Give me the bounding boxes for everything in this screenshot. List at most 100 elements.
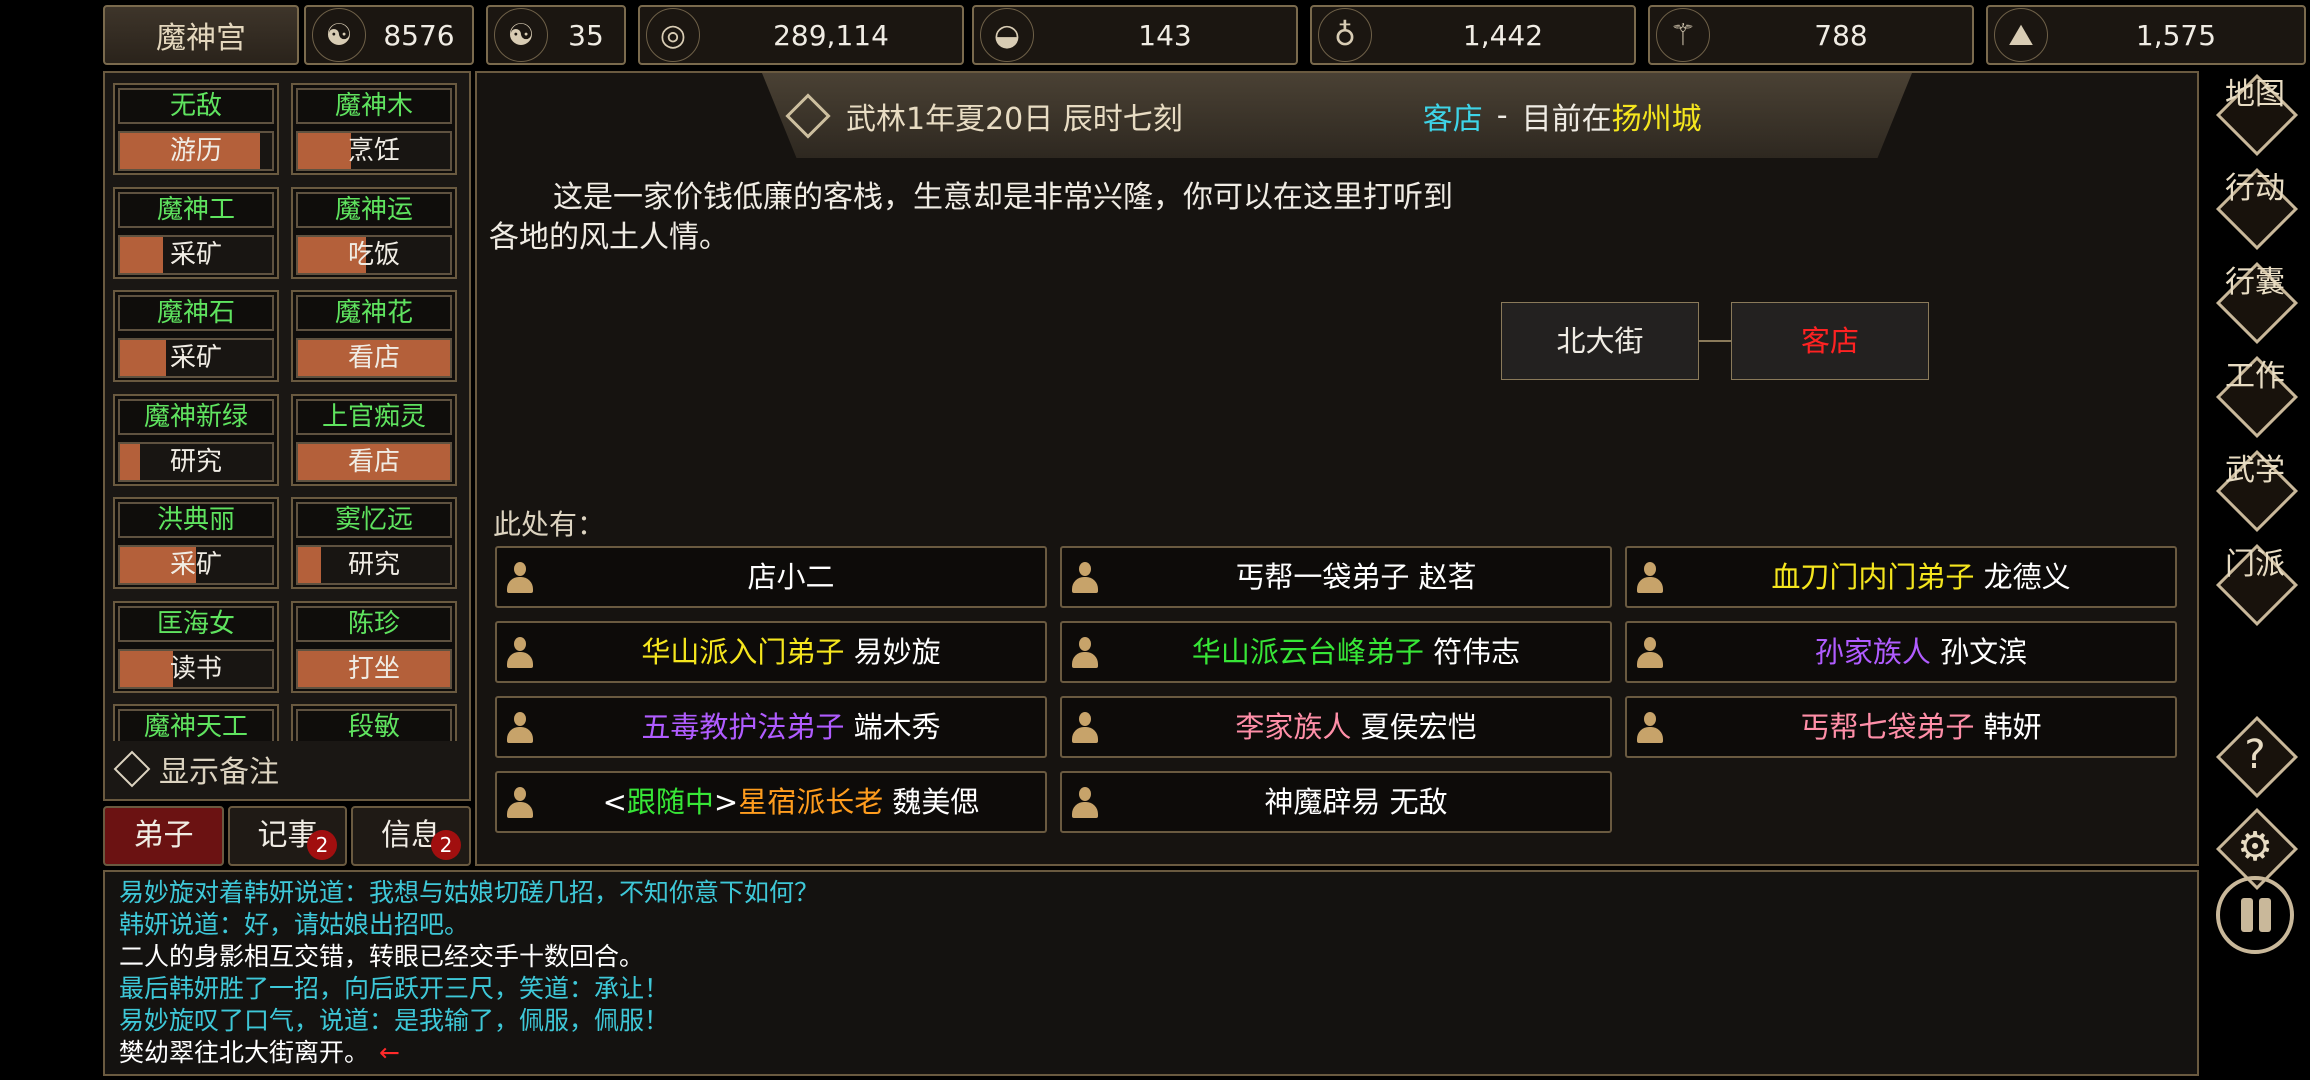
disciple-activity-bar: 研究 <box>296 545 452 585</box>
npc-label-part: 端木秀 <box>844 710 941 744</box>
disciple-card[interactable]: 魔神木 烹饪 <box>291 83 457 175</box>
disciple-name: 无敌 <box>118 88 274 124</box>
disciple-activity: 打坐 <box>347 653 400 684</box>
disciple-activity: 看店 <box>347 343 400 373</box>
settings-button[interactable]: ⚙ <box>2215 807 2299 891</box>
disciple-activity: 游历 <box>169 136 222 166</box>
show-notes-label: 显示备注 <box>159 755 279 790</box>
npc-label-part: 神魔辟易 <box>1264 785 1381 819</box>
resource-food-bowl[interactable]: ◒ 143 <box>972 5 1298 65</box>
disciple-card[interactable]: 洪典丽 采矿 <box>113 497 279 589</box>
log-line: 易妙旋对着韩妍说道：我想与姑娘切磋几招，不知你意下如何？ <box>119 877 2183 909</box>
disciple-card[interactable]: 魔神运 吃饭 <box>291 186 457 279</box>
log-text: 易妙旋叹了口气，说道：是我输了，佩服，佩服！ <box>119 1006 670 1035</box>
show-notes-toggle[interactable]: 显示备注 <box>113 743 279 795</box>
npc-button[interactable]: <跟随中>星宿派长老 魏美偲 <box>495 771 1047 833</box>
npc-button[interactable]: 店小二 <box>495 546 1047 608</box>
herb-icon: ♁ <box>1318 8 1372 62</box>
disciple-card[interactable]: 魔神天工 <box>113 704 279 741</box>
resource-ore[interactable]: ⛰ 1,575 <box>1986 5 2306 65</box>
npc-label: 五毒教护法弟子 端木秀 <box>537 698 1045 756</box>
npc-label-part: > <box>713 785 739 819</box>
npc-label-part: 李家族人 <box>1235 710 1352 744</box>
settings-icon: ⚙ <box>2237 824 2273 870</box>
disciple-name: 洪典丽 <box>118 502 274 538</box>
resource-value: 1,442 <box>1462 18 1544 52</box>
disciple-activity-bar: 吃饭 <box>296 234 452 275</box>
resource-value: 8576 <box>383 18 455 52</box>
disciple-card[interactable]: 魔神新绿 研究 <box>113 393 279 486</box>
npc-button[interactable]: 血刀门内门弟子 龙德义 <box>1625 546 2177 608</box>
npc-label: 华山派入门弟子 易妙旋 <box>537 623 1045 681</box>
npc-button[interactable]: 神魔辟易 无敌 <box>1060 771 1612 833</box>
npc-button[interactable]: 华山派入门弟子 易妙旋 <box>495 621 1047 683</box>
tab-journal[interactable]: 记事 2 <box>228 806 347 866</box>
map-node-north-street[interactable]: 北大街 <box>1501 302 1699 380</box>
log-text: 易妙旋对着韩妍说道：我想与姑娘切磋几招，不知你意下如何？ <box>119 878 820 907</box>
npc-label-part: 符伟志 <box>1423 635 1521 669</box>
resource-reputation[interactable]: ☯ 8576 <box>304 5 474 65</box>
npc-button[interactable]: 丐帮七袋弟子 韩妍 <box>1625 696 2177 758</box>
sect-name-button[interactable]: 魔神宫 <box>103 5 299 65</box>
person-icon <box>1637 637 1663 669</box>
disciple-card[interactable]: 窦忆远 研究 <box>291 497 457 589</box>
tab-disciples[interactable]: 弟子 <box>103 806 224 866</box>
npc-button[interactable]: 五毒教护法弟子 端木秀 <box>495 696 1047 758</box>
npc-label: 丐帮一袋弟子 赵茗 <box>1102 548 1610 606</box>
help-button[interactable]: ? <box>2215 715 2299 799</box>
game-date: 武林1年夏20日 辰时七刻 <box>846 101 1183 137</box>
disciple-card[interactable]: 段敏 <box>291 704 457 741</box>
compass-diamond-icon <box>785 92 831 139</box>
side-menu: ⚙ ? 地图行动行囊工作武学门派 <box>2202 64 2306 1076</box>
resource-herb[interactable]: ♁ 1,442 <box>1310 5 1636 65</box>
disciple-activity-bar: 打坐 <box>296 648 452 689</box>
disciple-card[interactable]: 陈珍 打坐 <box>291 600 457 693</box>
resource-wood[interactable]: ⚚ 788 <box>1648 5 1974 65</box>
tab-messages[interactable]: 信息 2 <box>351 806 471 866</box>
disciple-list[interactable]: 无敌 游历 魔神木 烹饪 魔神工 采矿 魔神运 吃饭 魔神石 采矿 魔神花 看店 魔神新绿 研究 上官痴灵看… <box>105 73 469 741</box>
disciple-card[interactable]: 魔神工 采矿 <box>113 186 279 279</box>
menu-label: 地图 <box>2225 77 2285 112</box>
disciple-card[interactable]: 魔神石 采矿 <box>113 290 279 382</box>
resource-coin[interactable]: ◎ 289,114 <box>638 5 964 65</box>
notification-badge: 2 <box>307 830 337 860</box>
menu-martial-arts-button[interactable]: 武学 <box>2215 449 2299 533</box>
disciple-card[interactable]: 无敌 游历 <box>113 83 279 175</box>
menu-map-button[interactable]: 地图 <box>2215 73 2299 157</box>
pause-button[interactable] <box>2216 876 2294 954</box>
coin-icon: ◎ <box>646 8 700 62</box>
log-line: 易妙旋叹了口气，说道：是我输了，佩服，佩服！ <box>119 1005 2183 1037</box>
checkbox-diamond-icon <box>113 750 151 788</box>
person-icon <box>1072 712 1098 744</box>
log-line: 最后韩妍胜了一招，向后跃开三尺，笑道：承让！ <box>119 973 2183 1005</box>
disciple-activity: 吃饭 <box>347 239 400 270</box>
reputation-icon: ☯ <box>312 8 366 62</box>
menu-sect-button[interactable]: 门派 <box>2215 543 2299 627</box>
npc-button[interactable]: 华山派云台峰弟子 符伟志 <box>1060 621 1612 683</box>
npc-label-part: 跟随中 <box>626 785 714 819</box>
menu-label: 行囊 <box>2225 265 2285 300</box>
map-node-current[interactable]: 客店 <box>1731 302 1929 380</box>
menu-work-button[interactable]: 工作 <box>2215 355 2299 439</box>
resource-yin-yang[interactable]: ☯ 35 <box>486 5 626 65</box>
npc-label-part: 易妙旋 <box>844 635 941 669</box>
disciple-name: 陈珍 <box>296 605 452 642</box>
npc-button[interactable]: 丐帮一袋弟子 赵茗 <box>1060 546 1612 608</box>
npc-button[interactable]: 孙家族人 孙文滨 <box>1625 621 2177 683</box>
disciple-card[interactable]: 上官痴灵 看店 <box>291 393 457 486</box>
message-log[interactable]: 易妙旋对着韩妍说道：我想与姑娘切磋几招，不知你意下如何？ 韩妍说道：好，请姑娘出招… <box>103 870 2199 1076</box>
disciple-activity-bar: 研究 <box>118 441 274 482</box>
menu-label: 工作 <box>2225 359 2285 394</box>
disciple-activity: 看店 <box>347 446 400 477</box>
npc-label-part: 赵茗 <box>1409 560 1477 594</box>
disciple-card[interactable]: 匡海女 读书 <box>113 600 279 693</box>
npc-button[interactable]: 李家族人 夏侯宏恺 <box>1060 696 1612 758</box>
location-panel: 武林1年夏20日 辰时七刻 客店 - 目前在 扬州城 这是一家价钱低廉的客栈，生… <box>475 71 2199 866</box>
disciple-activity-bar: 看店 <box>296 338 452 378</box>
disciple-activity: 烹饪 <box>347 136 400 166</box>
menu-inventory-button[interactable]: 行囊 <box>2215 261 2299 345</box>
location-prefix: 目前在 <box>1521 101 1612 137</box>
pause-icon <box>2241 898 2253 932</box>
menu-action-button[interactable]: 行动 <box>2215 167 2299 251</box>
disciple-card[interactable]: 魔神花 看店 <box>291 290 457 382</box>
